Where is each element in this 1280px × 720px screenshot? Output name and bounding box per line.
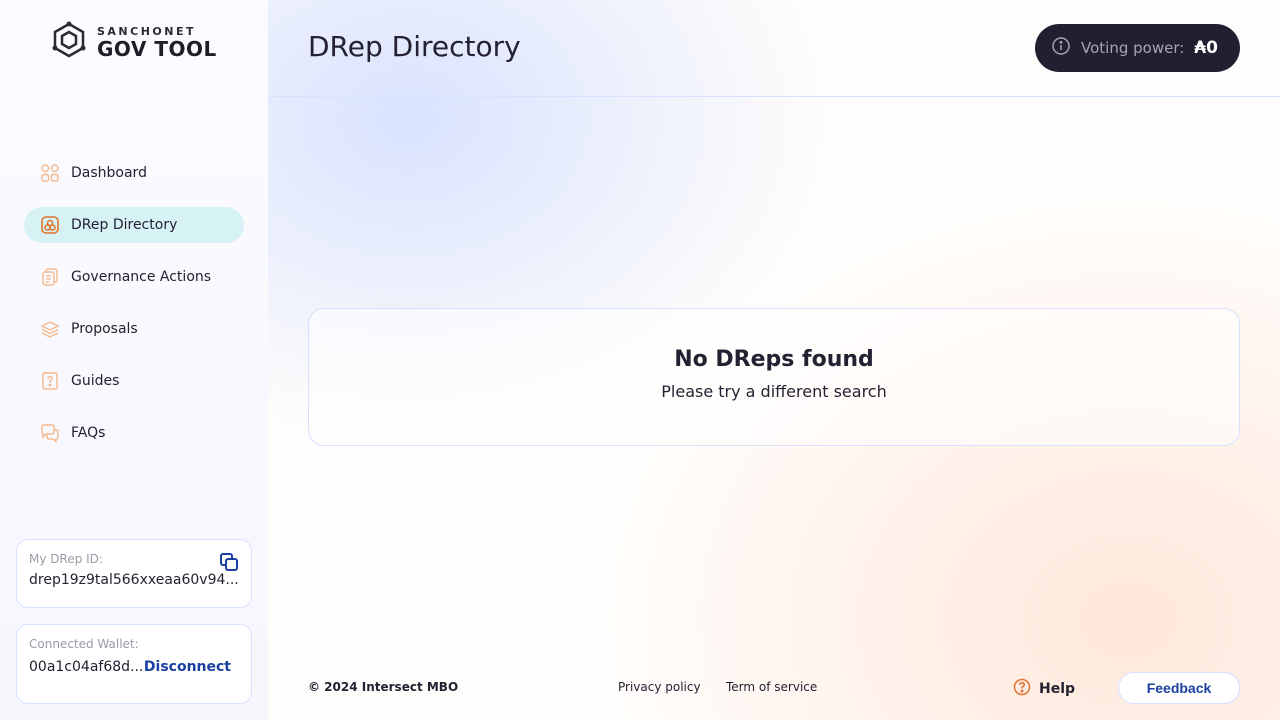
voting-power-label: Voting power: (1081, 39, 1185, 57)
drep-id-value: drep19z9tal566xxeaa60v94... (29, 572, 239, 588)
sidebar-item-faqs[interactable]: FAQs (24, 415, 244, 451)
gov-tool-logo-icon (49, 21, 89, 63)
empty-state-card: No DReps found Please try a different se… (308, 308, 1240, 446)
empty-state-title: No DReps found (674, 347, 874, 372)
guides-icon (40, 371, 60, 391)
feedback-button[interactable]: Feedback (1118, 672, 1240, 704)
sidebar: SANCHONET GOV TOOL Dashboard DRep Direct… (0, 0, 268, 720)
terms-of-service-link[interactable]: Term of service (726, 680, 817, 694)
sidebar-item-dashboard[interactable]: Dashboard (24, 155, 244, 191)
sidebar-item-proposals[interactable]: Proposals (24, 311, 244, 347)
sidebar-item-label: Dashboard (71, 165, 147, 181)
wallet-label: Connected Wallet: (29, 637, 139, 651)
info-icon (1051, 36, 1071, 60)
logo[interactable]: SANCHONET GOV TOOL (49, 21, 217, 63)
footer-copyright: © 2024 Intersect MBO (308, 680, 459, 694)
voting-power-pill[interactable]: Voting power: ₳0 (1035, 24, 1240, 72)
sidebar-item-label: Guides (71, 373, 120, 389)
logo-small-text: SANCHONET (97, 24, 196, 38)
dashboard-icon (40, 163, 60, 183)
faqs-icon (40, 423, 60, 443)
sidebar-item-label: DRep Directory (71, 217, 178, 233)
sidebar-item-drep-directory[interactable]: DRep Directory (24, 207, 244, 243)
help-label: Help (1039, 681, 1076, 697)
page-header: DRep Directory Voting power: ₳0 (268, 0, 1280, 97)
help-icon (1013, 678, 1031, 700)
sidebar-item-label: Proposals (71, 321, 138, 337)
disconnect-button[interactable]: Disconnect (144, 659, 231, 675)
governance-actions-icon (40, 267, 60, 287)
proposals-icon (40, 319, 60, 339)
logo-big-text: GOV TOOL (97, 36, 217, 61)
drep-directory-icon (40, 215, 60, 235)
drep-id-label: My DRep ID: (29, 552, 103, 566)
page-title: DRep Directory (308, 30, 521, 63)
sidebar-item-guides[interactable]: Guides (24, 363, 244, 399)
copy-icon[interactable] (219, 552, 239, 572)
main-content: DRep Directory Voting power: ₳0 No DReps… (268, 0, 1280, 720)
my-drep-id-card: My DRep ID: drep19z9tal566xxeaa60v94... (16, 539, 252, 608)
voting-power-value: ₳0 (1194, 38, 1218, 58)
sidebar-item-governance-actions[interactable]: Governance Actions (24, 259, 244, 295)
sidebar-item-label: Governance Actions (71, 269, 212, 285)
connected-wallet-card: Connected Wallet: 00a1c04af68d... Discon… (16, 624, 252, 704)
wallet-address: 00a1c04af68d... (29, 659, 144, 675)
sidebar-item-label: FAQs (71, 425, 106, 441)
help-button[interactable]: Help (1013, 678, 1075, 700)
sidebar-nav: Dashboard DRep Directory Governance Acti… (24, 155, 244, 467)
empty-state-subtitle: Please try a different search (661, 382, 887, 401)
privacy-policy-link[interactable]: Privacy policy (618, 680, 701, 694)
